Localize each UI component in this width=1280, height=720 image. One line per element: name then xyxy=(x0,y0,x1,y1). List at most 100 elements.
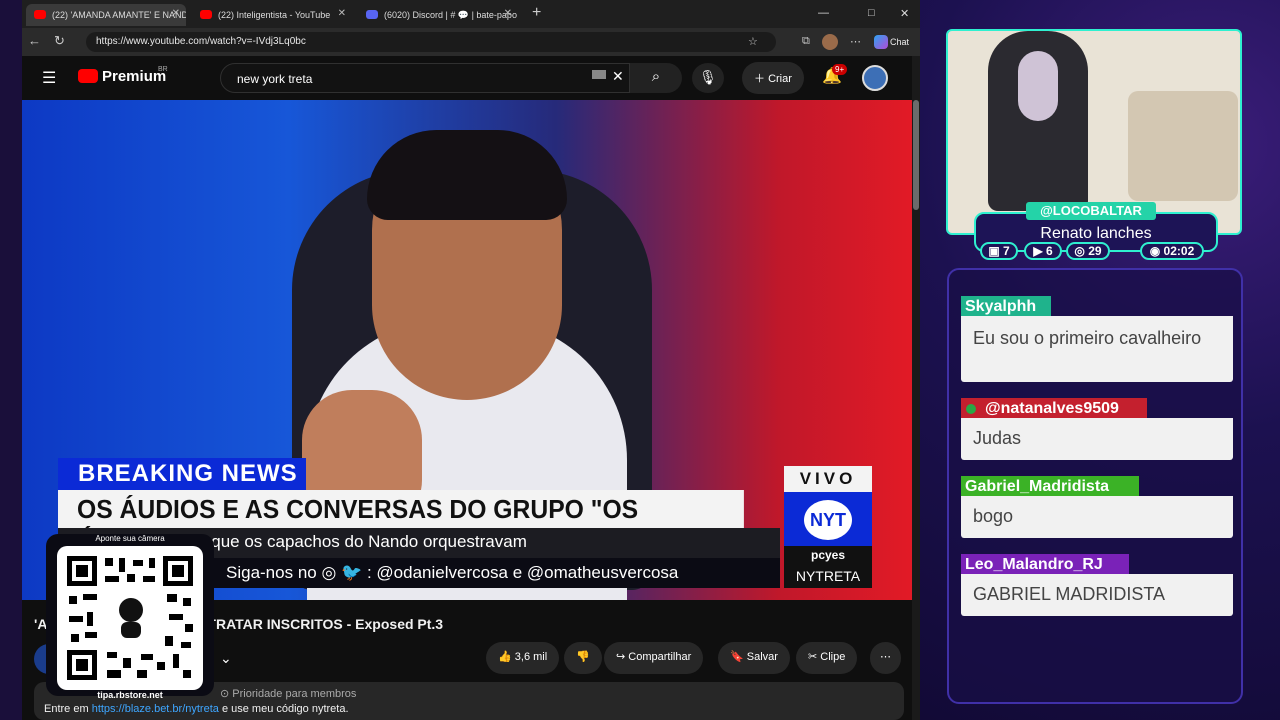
notification-badge: 9+ xyxy=(832,64,848,75)
discord-icon xyxy=(366,10,378,19)
qr-pattern xyxy=(67,556,193,680)
youtube-header: ☰ Premium BR new york treta ✕ ⌕ 🎙 ＋ Cria… xyxy=(22,56,912,100)
url-field[interactable]: https://www.youtube.com/watch?v=-IVdj3Lq… xyxy=(86,32,776,52)
stat-twitch: ▣ 7 xyxy=(980,242,1018,260)
news-headline: OS ÁUDIOS E AS CONVERSAS DO GRUPO "OS ÚL… xyxy=(58,490,744,555)
dislike-button[interactable]: 👎 xyxy=(564,642,602,674)
copilot-chat-button[interactable]: Chat xyxy=(872,33,916,51)
close-icon[interactable]: ✕ xyxy=(338,8,346,19)
share-button[interactable]: ↪ Compartilhar xyxy=(604,642,704,674)
blaze-link[interactable]: https://blaze.bet.br/nytreta xyxy=(92,703,219,715)
youtube-premium-logo[interactable]: Premium xyxy=(102,68,166,85)
youtube-icon xyxy=(34,10,46,19)
video-player[interactable]: BREAKING NEWS OS ÁUDIOS E AS CONVERSAS D… xyxy=(22,100,912,600)
reload-icon[interactable]: ↻ xyxy=(54,33,65,49)
whatsapp-icon: ◉ xyxy=(1149,244,1164,258)
like-count: 3,6 mil xyxy=(514,651,548,663)
thumbs-up-icon: 👍 xyxy=(498,651,515,663)
close-window-button[interactable]: ✕ xyxy=(900,7,909,20)
address-bar-row: ← ↻ https://www.youtube.com/watch?v=-IVd… xyxy=(22,28,920,56)
save-button[interactable]: 🔖 Salvar xyxy=(718,642,790,674)
search-icon: ⌕ xyxy=(651,68,661,85)
chat-username: @natanalves9509 xyxy=(961,398,1147,420)
share-label: Compartilhar xyxy=(628,651,692,663)
stat-value: 02:02 xyxy=(1163,244,1195,258)
youtube-icon xyxy=(200,10,212,19)
stat-value: 6 xyxy=(1045,244,1053,258)
qr-title: Aponte sua câmera xyxy=(95,534,165,543)
tab-inteligentista[interactable]: (22) Inteligentista - YouTube ✕ xyxy=(192,4,352,26)
clip-label: Clipe xyxy=(820,651,846,663)
sofa xyxy=(1128,91,1238,201)
stat-value: 7 xyxy=(1002,244,1010,258)
close-icon[interactable]: ✕ xyxy=(172,8,180,19)
priority-text: Prioridade para membros xyxy=(232,688,357,700)
clip-button[interactable]: ✂ Clipe xyxy=(796,642,858,674)
copilot-icon xyxy=(874,35,888,49)
pcyes-logo: pcyes xyxy=(784,546,872,564)
star-icon[interactable]: ☆ xyxy=(748,35,758,48)
save-label: Salvar xyxy=(746,651,778,663)
stat-youtube: ▶ 6 xyxy=(1024,242,1062,260)
chat-label: Chat xyxy=(890,37,910,47)
desc-suffix: e use meu código nytreta. xyxy=(221,703,349,715)
desc-prefix: Entre em xyxy=(44,703,89,715)
username-text: @natanalves9509 xyxy=(985,400,1119,417)
create-button[interactable]: ＋ Criar xyxy=(742,62,804,94)
viewers-icon: ◎ xyxy=(1074,244,1089,258)
create-label: Criar xyxy=(768,73,792,85)
tab-discord[interactable]: (6020) Discord | # 💬 | bate-papo ✕ xyxy=(358,4,518,26)
tab-label: (22) Inteligentista - YouTube xyxy=(218,10,331,20)
chat-message: Judas xyxy=(961,418,1233,460)
chat-username: Gabriel_Madridista xyxy=(961,476,1139,498)
stat-kick: ◎ 29 xyxy=(1066,242,1110,260)
tab-label: (6020) Discord | # 💬 | bate-papo xyxy=(384,10,517,20)
maximize-button[interactable]: □ xyxy=(868,7,875,19)
profile-avatar[interactable] xyxy=(822,34,838,50)
chat-message: Eu sou o primeiro cavalheiro xyxy=(961,316,1233,382)
new-tab-button[interactable]: + xyxy=(532,4,541,22)
nytreta-label: NYTRETA xyxy=(784,564,872,588)
instagram-icon: ◎ xyxy=(321,563,337,582)
like-button[interactable]: 👍 3,6 mil xyxy=(486,642,560,674)
scrollbar-thumb[interactable] xyxy=(913,100,919,210)
share-icon: ↪ xyxy=(616,651,629,663)
account-avatar[interactable] xyxy=(862,65,888,91)
menu-icon[interactable]: ⋯ xyxy=(850,35,861,48)
extensions-icon[interactable]: ⧉ xyxy=(802,35,810,48)
chat-message: bogo xyxy=(961,496,1233,538)
chevron-down-icon[interactable]: ⌄ xyxy=(220,650,232,667)
tab-amanda[interactable]: (22) 'AMANDA AMANTE' E NANDO ✕ xyxy=(26,4,186,26)
nyt-logo: NYT xyxy=(804,500,852,540)
search-input[interactable]: new york treta xyxy=(220,63,630,93)
desc-line: Entre em https://blaze.bet.br/nytreta e … xyxy=(44,703,894,715)
stat-value: 29 xyxy=(1088,244,1102,258)
twitch-icon: ▣ xyxy=(988,244,1003,258)
twitter-icon: 🐦 xyxy=(341,563,363,582)
tab-bar: (22) 'AMANDA AMANTE' E NANDO ✕ (22) Inte… xyxy=(22,0,920,28)
more-actions-button[interactable]: ⋯ xyxy=(870,642,901,674)
stat-uptime: ◉ 02:02 xyxy=(1140,242,1204,260)
badge-icon xyxy=(966,404,976,414)
youtube-icon: ▶ xyxy=(1033,244,1046,258)
youtube-logo-icon[interactable] xyxy=(78,69,98,83)
keyboard-icon[interactable] xyxy=(592,70,606,79)
hamburger-icon[interactable]: ☰ xyxy=(42,68,56,88)
breaking-news-label: BREAKING NEWS xyxy=(58,458,306,490)
live-label: VIVO xyxy=(784,466,872,492)
close-icon[interactable]: ✕ xyxy=(504,8,512,19)
search-button[interactable]: ⌕ xyxy=(630,63,682,93)
bookmark-icon: 🔖 xyxy=(730,651,747,663)
mic-icon: 🎙 xyxy=(699,69,717,85)
more-icon: ⋯ xyxy=(880,651,891,663)
chat-username: Leo_Malandro_RJ xyxy=(961,554,1129,576)
siga-text: Siga-nos no xyxy=(226,563,317,582)
mic-button[interactable]: 🎙 xyxy=(692,63,724,93)
streamer-handle: @LOCOBALTAR xyxy=(1026,202,1156,220)
minimize-button[interactable]: — xyxy=(818,7,829,19)
chat-username: Skyalphh xyxy=(961,296,1051,318)
clear-search-icon[interactable]: ✕ xyxy=(612,68,624,85)
chat-message: GABRIEL MADRIDISTA xyxy=(961,574,1233,616)
back-icon[interactable]: ← xyxy=(28,33,41,48)
presenter-hair xyxy=(367,130,567,220)
